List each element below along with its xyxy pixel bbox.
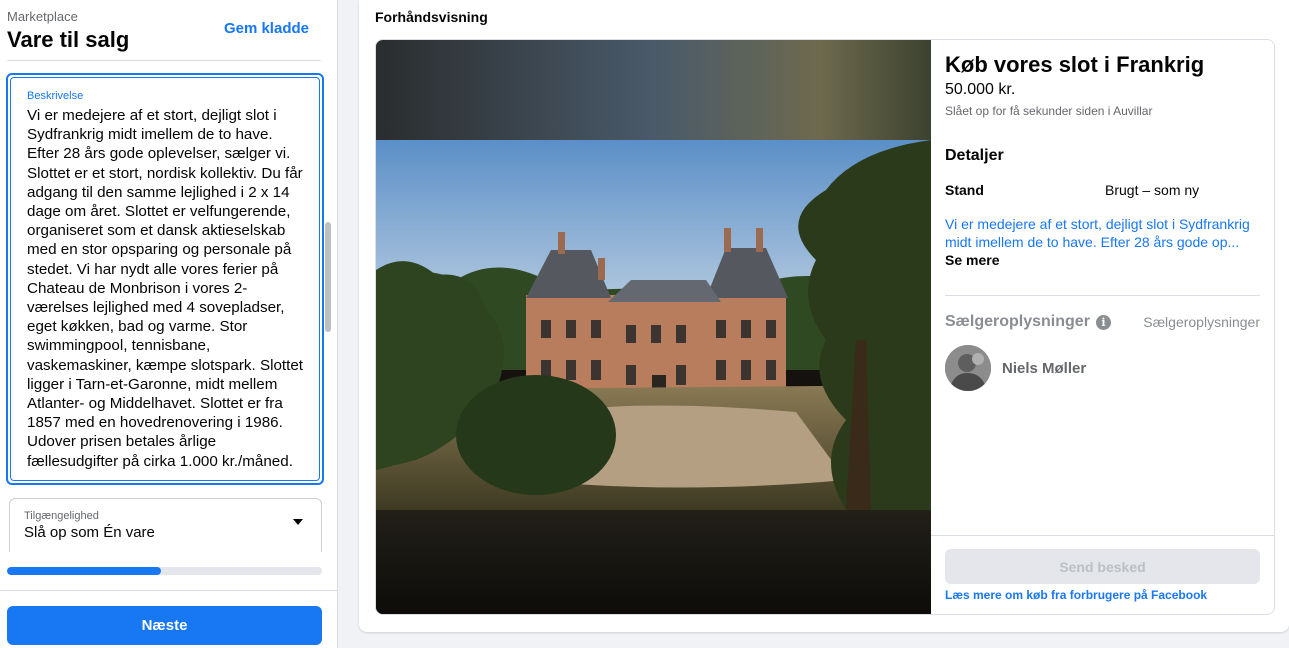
details-divider	[945, 295, 1260, 296]
header-divider	[7, 60, 321, 61]
listing-title: Køb vores slot i Frankrig	[945, 52, 1205, 77]
listing-form-panel: Marketplace Vare til salg Gem kladde Bes…	[0, 0, 338, 648]
listing-details: Køb vores slot i Frankrig 50.000 kr. Slå…	[931, 40, 1274, 614]
send-message-button[interactable]: Send besked	[945, 549, 1260, 584]
page-title: Vare til salg	[7, 27, 130, 52]
seller-name[interactable]: Niels Møller	[1002, 360, 1086, 377]
availability-select[interactable]: Tilgængelighed Slå op som Én vare	[9, 498, 322, 552]
breadcrumb[interactable]: Marketplace	[7, 9, 78, 24]
seller-details-link[interactable]: Sælgeroplysninger	[1143, 314, 1260, 330]
avatar-image	[945, 345, 991, 391]
preview-heading: Forhåndsvisning	[375, 9, 488, 25]
avatar[interactable]	[945, 345, 991, 391]
description-excerpt-text: Vi er medejere af et stort, dejligt slot…	[945, 216, 1250, 250]
condition-value: Brugt – som ny	[1105, 182, 1200, 198]
caret-down-icon	[293, 519, 303, 525]
form-scrollbar[interactable]	[325, 70, 331, 550]
description-textarea[interactable]: Vi er medejere af et stort, dejligt slot…	[27, 106, 305, 471]
save-draft-button[interactable]: Gem kladde	[224, 20, 309, 37]
listing-posted: Slået op for få sekunder siden i Auvilla…	[945, 104, 1153, 118]
info-icon[interactable]: i	[1095, 314, 1111, 330]
footer-divider	[0, 590, 337, 591]
listing-photo	[376, 40, 931, 614]
condition-label: Stand	[945, 182, 984, 198]
availability-value: Slå op som Én vare	[24, 524, 155, 541]
next-button[interactable]: Næste	[7, 606, 322, 645]
chateau-photo	[376, 40, 931, 614]
description-inner[interactable]: Beskrivelse Vi er medejere af et stort, …	[10, 77, 320, 481]
see-more-link[interactable]: Se mere	[945, 252, 999, 268]
availability-label: Tilgængelighed	[24, 510, 99, 522]
scrollbar-thumb[interactable]	[325, 222, 331, 332]
progress-bar	[7, 567, 322, 575]
description-excerpt: Vi er medejere af et stort, dejligt slot…	[945, 215, 1250, 269]
seller-heading-label: Sælgeroplysninger	[945, 313, 1090, 330]
seller-heading: Sælgeroplysninger i	[945, 313, 1111, 331]
description-field[interactable]: Beskrivelse Vi er medejere af et stort, …	[6, 73, 324, 485]
preview-card: Forhåndsvisning Køb vores slot i Frankri…	[359, 0, 1289, 632]
footer-divider	[931, 535, 1274, 536]
details-heading: Detaljer	[945, 147, 1004, 164]
learn-more-link[interactable]: Læs mere om køb fra forbrugere på Facebo…	[945, 588, 1207, 602]
progress-fill	[7, 567, 162, 575]
description-label: Beskrivelse	[27, 90, 84, 102]
listing-price: 50.000 kr.	[945, 81, 1016, 98]
listing-preview: Køb vores slot i Frankrig 50.000 kr. Slå…	[375, 39, 1275, 615]
